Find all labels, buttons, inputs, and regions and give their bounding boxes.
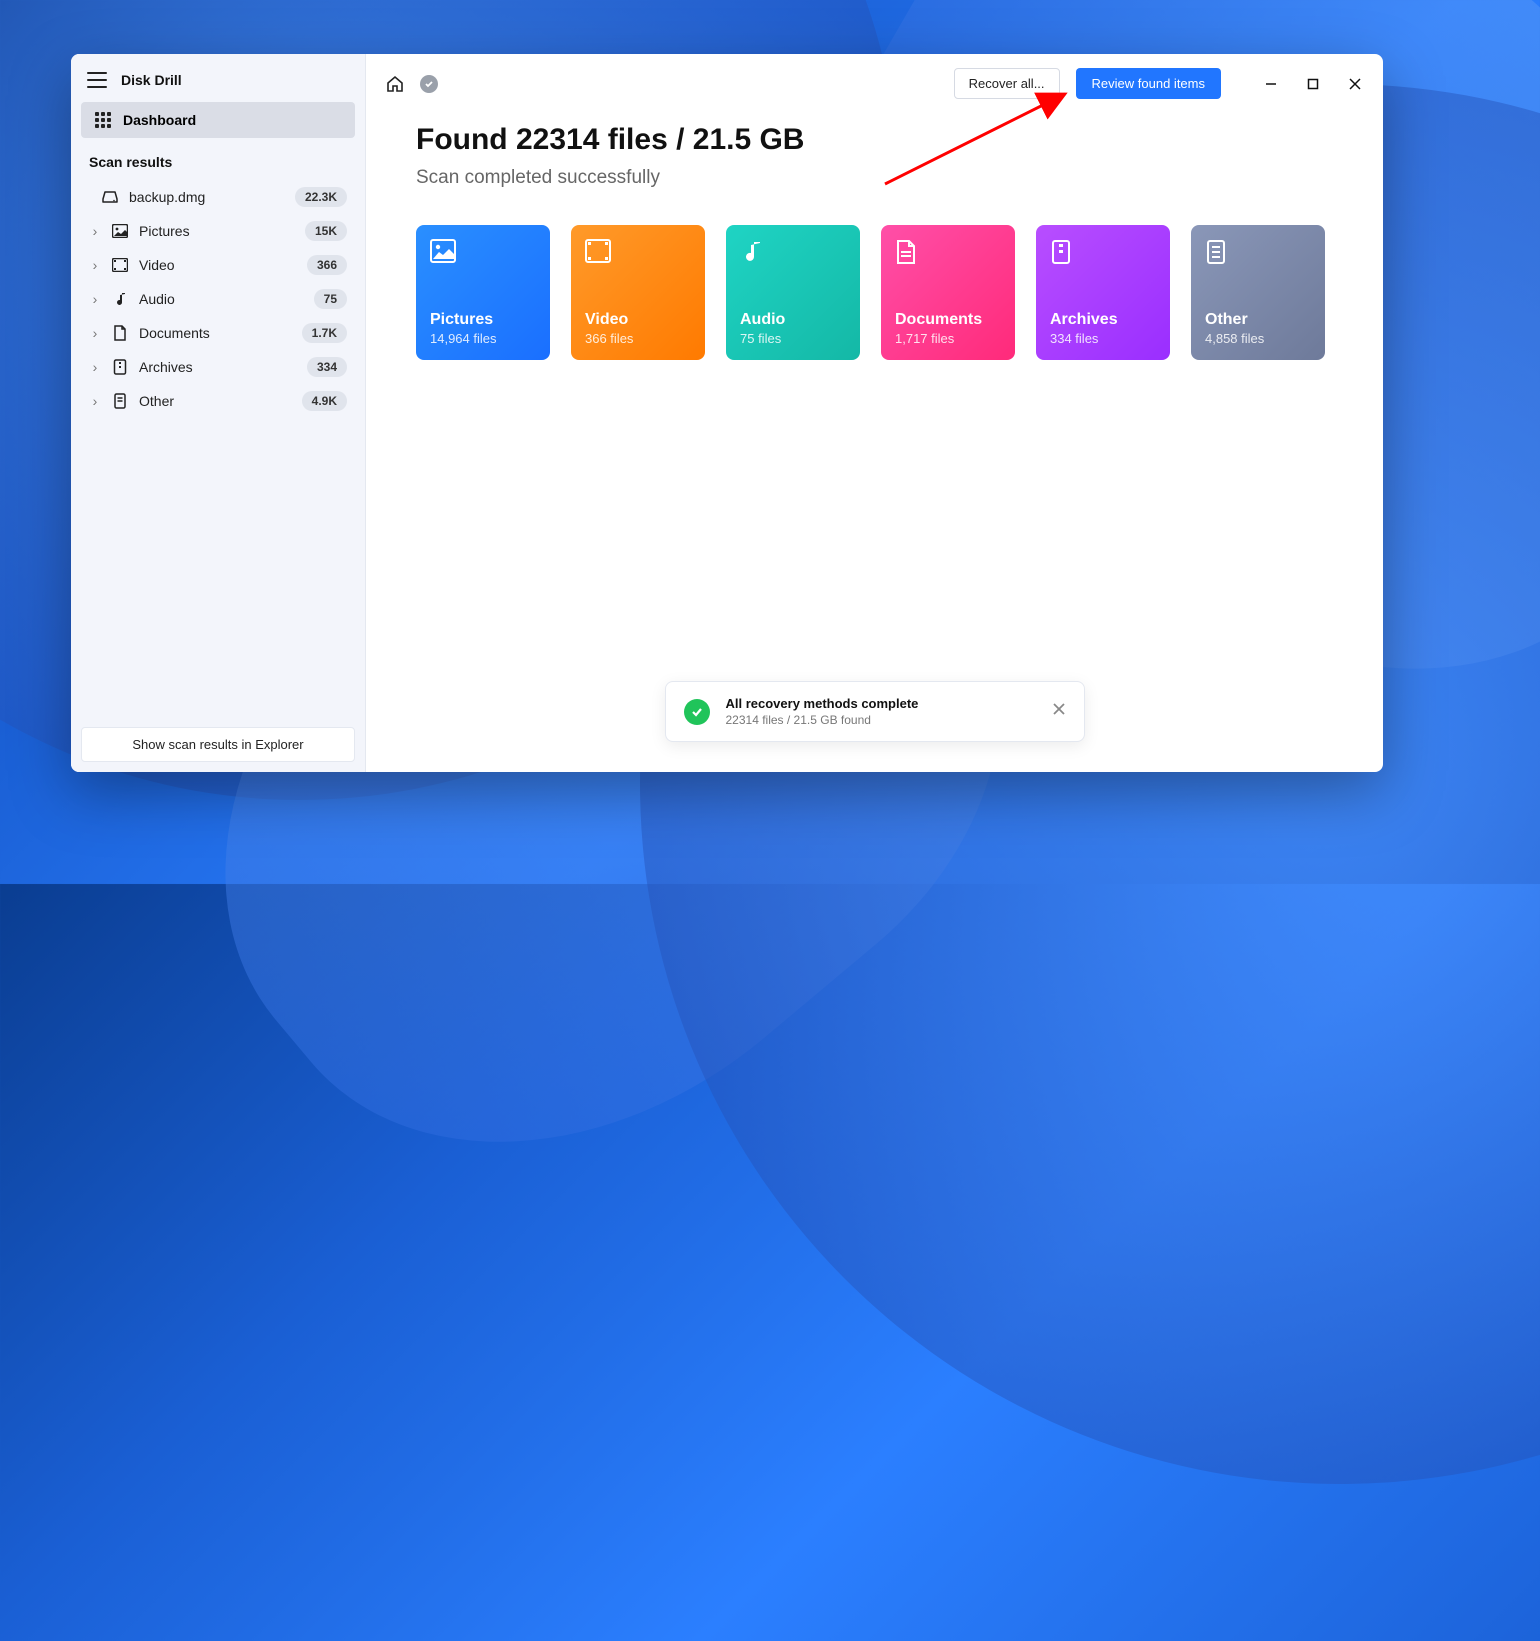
sidebar-item-count: 15K — [305, 221, 347, 241]
sidebar-item-label: Documents — [139, 325, 292, 341]
sidebar-item-documents[interactable]: › Documents 1.7K — [81, 316, 355, 350]
check-icon — [684, 699, 710, 725]
close-button[interactable] — [1347, 76, 1363, 92]
chevron-right-icon: › — [89, 291, 101, 307]
menu-icon[interactable] — [87, 72, 107, 88]
status-check-icon[interactable] — [420, 75, 438, 93]
close-icon[interactable] — [1052, 702, 1066, 721]
card-sub: 334 files — [1050, 331, 1156, 346]
archive-icon — [1050, 239, 1076, 265]
sidebar-item-label: Video — [139, 257, 297, 273]
picture-icon — [430, 239, 456, 265]
sidebar: Disk Drill Dashboard Scan results backup… — [71, 54, 366, 772]
audio-icon — [111, 291, 129, 307]
sidebar-item-label: Audio — [139, 291, 304, 307]
sidebar-item-label: Other — [139, 393, 292, 409]
status-toast: All recovery methods complete 22314 file… — [665, 681, 1085, 742]
card-audio[interactable]: Audio 75 files — [726, 225, 860, 360]
sidebar-item-count: 1.7K — [302, 323, 347, 343]
card-sub: 1,717 files — [895, 331, 1001, 346]
card-documents[interactable]: Documents 1,717 files — [881, 225, 1015, 360]
nav-dashboard[interactable]: Dashboard — [81, 102, 355, 138]
document-icon — [111, 325, 129, 341]
card-sub: 4,858 files — [1205, 331, 1311, 346]
card-sub: 366 files — [585, 331, 691, 346]
sidebar-section-label: Scan results — [81, 138, 355, 180]
sidebar-item-label: Archives — [139, 359, 297, 375]
chevron-right-icon: › — [89, 257, 101, 273]
nav-dashboard-label: Dashboard — [123, 112, 196, 128]
sidebar-item-audio[interactable]: › Audio 75 — [81, 282, 355, 316]
archive-icon — [111, 359, 129, 375]
sidebar-item-archives[interactable]: › Archives 334 — [81, 350, 355, 384]
app-title: Disk Drill — [121, 72, 182, 88]
card-title: Documents — [895, 311, 1001, 329]
video-icon — [585, 239, 611, 265]
topbar: Recover all... Review found items — [366, 54, 1383, 113]
card-archives[interactable]: Archives 334 files — [1036, 225, 1170, 360]
recover-all-button[interactable]: Recover all... — [954, 68, 1060, 99]
sidebar-item-other[interactable]: › Other 4.9K — [81, 384, 355, 418]
sidebar-item-count: 334 — [307, 357, 347, 377]
grid-icon — [95, 112, 111, 128]
card-title: Video — [585, 311, 691, 329]
page-icon — [111, 393, 129, 409]
toast-title: All recovery methods complete — [726, 696, 1036, 711]
chevron-right-icon: › — [89, 393, 101, 409]
main-content: Recover all... Review found items Found … — [366, 54, 1383, 772]
app-window: Disk Drill Dashboard Scan results backup… — [71, 54, 1383, 772]
sidebar-item-count: 75 — [314, 289, 347, 309]
sidebar-item-count: 4.9K — [302, 391, 347, 411]
sidebar-item-pictures[interactable]: › Pictures 15K — [81, 214, 355, 248]
review-found-items-button[interactable]: Review found items — [1076, 68, 1221, 99]
picture-icon — [111, 224, 129, 238]
sidebar-item-label: Pictures — [139, 223, 295, 239]
card-title: Other — [1205, 311, 1311, 329]
audio-icon — [740, 239, 766, 265]
card-sub: 14,964 files — [430, 331, 536, 346]
card-pictures[interactable]: Pictures 14,964 files — [416, 225, 550, 360]
card-title: Archives — [1050, 311, 1156, 329]
toast-sub: 22314 files / 21.5 GB found — [726, 713, 1036, 727]
results-subheading: Scan completed successfully — [416, 167, 1333, 189]
drive-icon — [101, 190, 119, 204]
sidebar-device-count: 22.3K — [295, 187, 347, 207]
minimize-button[interactable] — [1263, 76, 1279, 92]
sidebar-item-video[interactable]: › Video 366 — [81, 248, 355, 282]
card-title: Audio — [740, 311, 846, 329]
video-icon — [111, 258, 129, 272]
card-video[interactable]: Video 366 files — [571, 225, 705, 360]
card-other[interactable]: Other 4,858 files — [1191, 225, 1325, 360]
results-heading: Found 22314 files / 21.5 GB — [416, 123, 1333, 157]
sidebar-device[interactable]: backup.dmg 22.3K — [81, 180, 355, 214]
maximize-button[interactable] — [1305, 76, 1321, 92]
show-in-explorer-button[interactable]: Show scan results in Explorer — [81, 727, 355, 762]
page-icon — [1205, 239, 1231, 265]
chevron-right-icon: › — [89, 325, 101, 341]
chevron-right-icon: › — [89, 223, 101, 239]
sidebar-device-label: backup.dmg — [129, 189, 285, 205]
sidebar-item-count: 366 — [307, 255, 347, 275]
document-icon — [895, 239, 921, 265]
card-sub: 75 files — [740, 331, 846, 346]
category-cards: Pictures 14,964 files Video 366 files Au… — [416, 225, 1333, 360]
card-title: Pictures — [430, 311, 536, 329]
home-icon[interactable] — [386, 75, 404, 93]
chevron-right-icon: › — [89, 359, 101, 375]
